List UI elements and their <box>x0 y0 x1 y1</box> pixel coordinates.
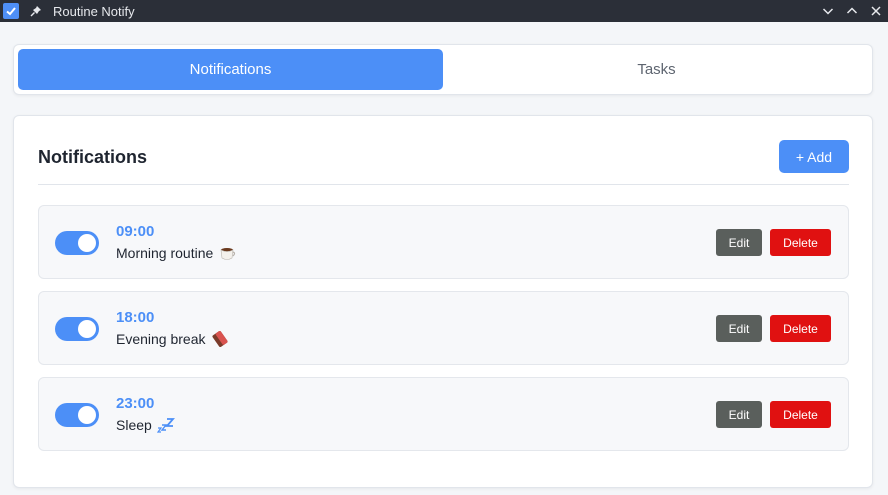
zzz-icon <box>156 416 176 434</box>
notification-time: 09:00 <box>116 223 155 240</box>
add-notification-button[interactable]: + Add <box>779 140 849 173</box>
edit-button[interactable]: Edit <box>716 315 762 342</box>
list-item: 23:00 Sleep Edit Delete <box>38 377 849 451</box>
coffee-icon <box>217 244 237 262</box>
toggle-knob <box>78 406 96 424</box>
notification-label: Morning routine <box>116 245 214 261</box>
notification-time: 23:00 <box>116 395 155 412</box>
toggle-knob <box>78 234 96 252</box>
enable-toggle[interactable] <box>55 317 99 341</box>
list-item: 09:00 Morning routine Edit Delete <box>38 205 849 279</box>
edit-button[interactable]: Edit <box>716 229 762 256</box>
delete-button[interactable]: Delete <box>770 315 831 342</box>
close-icon[interactable] <box>864 0 888 22</box>
title-bar: Routine Notify <box>0 0 888 22</box>
page-title: Notifications <box>38 147 148 167</box>
window-title: Routine Notify <box>53 3 135 19</box>
notifications-panel: Notifications + Add 09:00 Morning routin… <box>13 115 873 488</box>
tab-notifications[interactable]: Notifications <box>18 49 443 90</box>
edit-button[interactable]: Edit <box>716 401 762 428</box>
pin-icon[interactable] <box>29 4 43 18</box>
list-item: 18:00 Evening break Edit Delete <box>38 291 849 365</box>
tab-bar: Notifications Tasks <box>13 44 873 95</box>
notification-time: 18:00 <box>116 309 155 326</box>
notification-label: Evening break <box>116 331 206 347</box>
notification-label: Sleep <box>116 417 152 433</box>
divider <box>38 184 849 185</box>
delete-button[interactable]: Delete <box>770 229 831 256</box>
toggle-knob <box>78 320 96 338</box>
checkbox-icon <box>3 3 19 19</box>
chocolate-icon <box>210 330 230 348</box>
enable-toggle[interactable] <box>55 403 99 427</box>
delete-button[interactable]: Delete <box>770 401 831 428</box>
chevron-down-icon[interactable] <box>816 0 840 22</box>
enable-toggle[interactable] <box>55 231 99 255</box>
chevron-up-icon[interactable] <box>840 0 864 22</box>
tab-tasks[interactable]: Tasks <box>444 49 869 90</box>
